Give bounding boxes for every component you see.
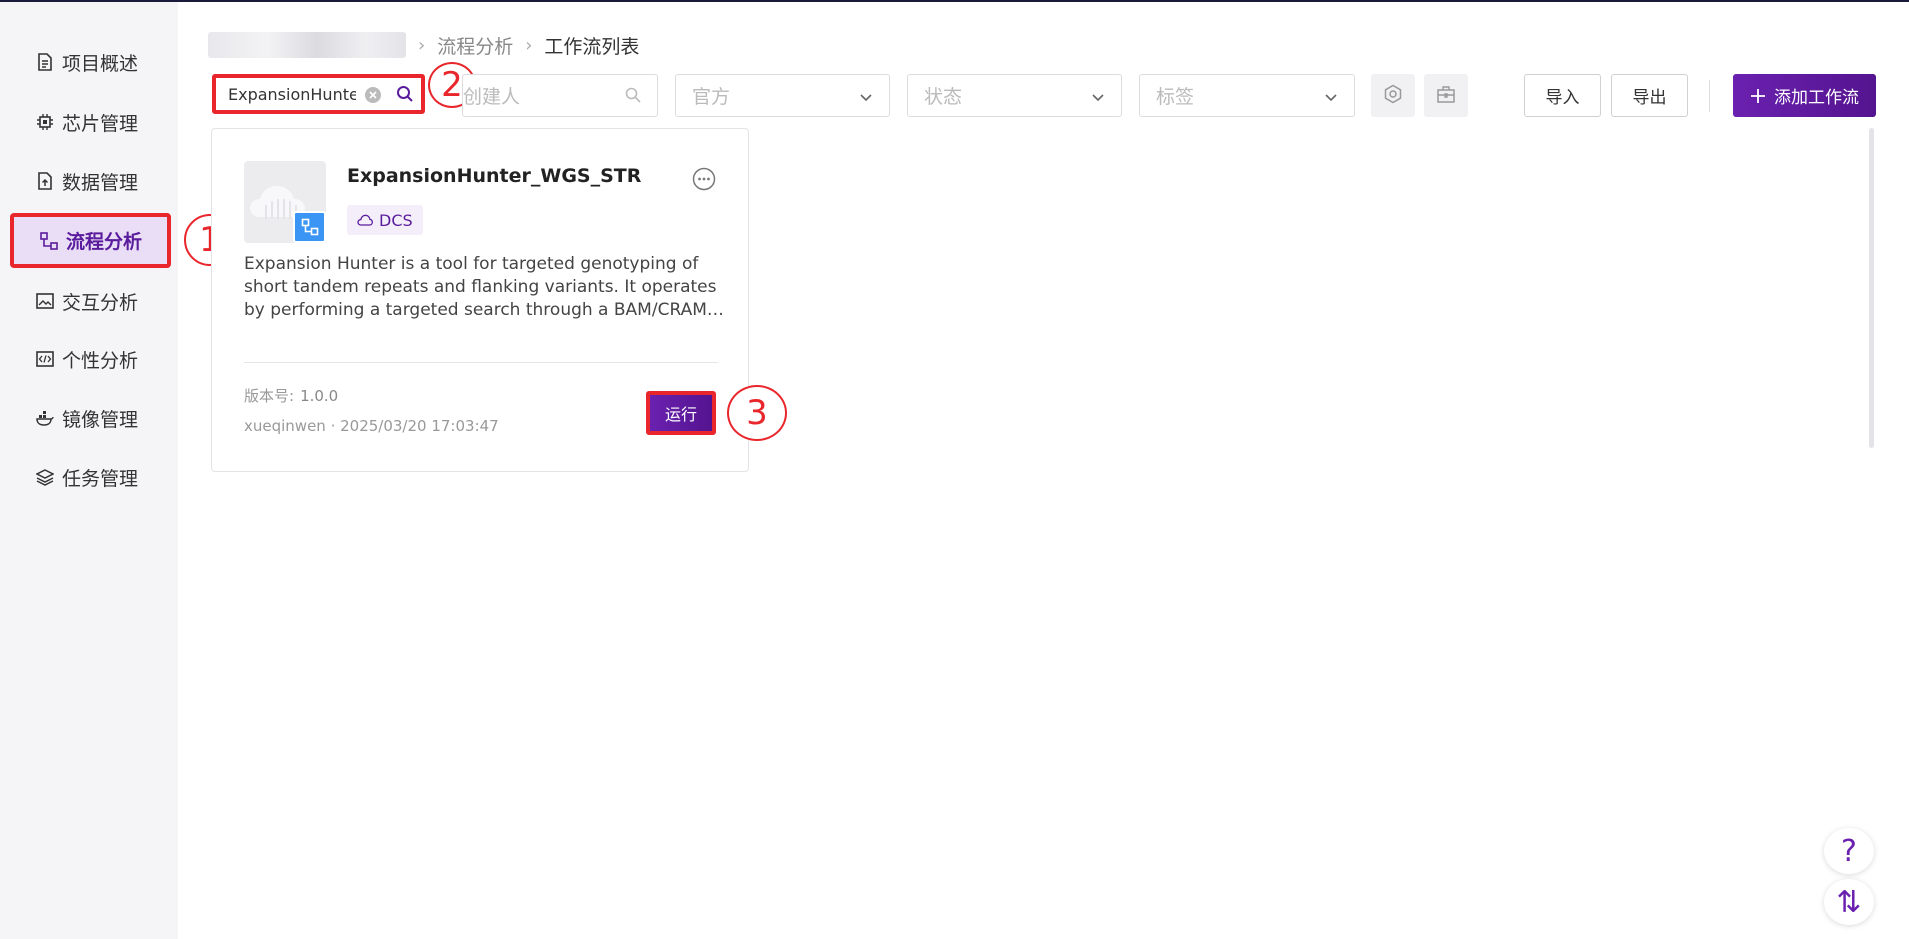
swap-vertical-icon: ⇅ xyxy=(1836,884,1862,920)
sidebar-item-interactive-analysis[interactable]: 交互分析 xyxy=(10,275,170,327)
breadcrumb-workflow-analysis[interactable]: 流程分析 xyxy=(437,32,513,59)
import-button[interactable]: 导入 xyxy=(1524,74,1601,117)
breadcrumb-project-redacted[interactable] xyxy=(208,32,406,58)
toolbar-divider xyxy=(1709,80,1710,112)
more-options-icon[interactable] xyxy=(692,167,716,195)
sidebar-item-label: 芯片管理 xyxy=(62,112,139,135)
workflow-thumbnail xyxy=(244,161,326,243)
scroll-toggle-button[interactable]: ⇅ xyxy=(1824,879,1874,925)
tag-select-value: 标签 xyxy=(1156,86,1195,108)
workflow-icon xyxy=(301,218,319,236)
workflow-tag: DCS xyxy=(347,205,423,235)
annotation-marker-3: 3 xyxy=(727,385,787,441)
sidebar-item-label: 交互分析 xyxy=(62,291,139,314)
run-button[interactable]: 运行 xyxy=(646,391,716,435)
chip-icon xyxy=(36,113,54,131)
sidebar-item-chip-management[interactable]: 芯片管理 xyxy=(10,96,170,148)
sidebar-item-custom-analysis[interactable]: 个性分析 xyxy=(10,333,170,385)
help-button[interactable]: ? xyxy=(1824,828,1874,874)
chevron-down-icon xyxy=(1091,87,1105,109)
breadcrumb-workflow-list: 工作流列表 xyxy=(544,35,640,58)
docker-icon xyxy=(36,409,54,427)
tag-select[interactable]: 标签 xyxy=(1139,74,1355,117)
search-input-value: ExpansionHunter xyxy=(228,84,356,104)
search-icon xyxy=(625,86,641,108)
card-divider xyxy=(244,362,718,363)
workflow-tag-label: DCS xyxy=(379,210,413,230)
workflow-icon xyxy=(40,231,58,250)
image-icon xyxy=(36,292,54,310)
chevron-down-icon xyxy=(859,87,873,109)
cloud-icon xyxy=(357,214,373,226)
question-mark-icon: ? xyxy=(1841,833,1857,869)
workflow-card[interactable]: ExpansionHunter_WGS_STR DCS Expansion Hu… xyxy=(211,128,749,472)
sidebar-item-label: 数据管理 xyxy=(62,171,139,194)
creator-input[interactable]: 创建人 xyxy=(462,74,658,117)
sidebar-item-label: 项目概述 xyxy=(62,52,139,75)
official-select[interactable]: 官方 xyxy=(675,74,890,117)
file-upload-icon xyxy=(36,172,54,190)
sidebar-item-label: 个性分析 xyxy=(62,349,139,372)
clear-icon[interactable] xyxy=(364,86,382,108)
official-select-value: 官方 xyxy=(692,86,731,108)
add-workflow-button[interactable]: 添加工作流 xyxy=(1733,74,1876,117)
status-select-value: 状态 xyxy=(924,86,963,108)
version-value: 1.0.0 xyxy=(300,387,339,405)
creator-input-placeholder: 创建人 xyxy=(463,86,521,108)
code-icon xyxy=(36,350,54,368)
status-select[interactable]: 状态 xyxy=(907,74,1122,117)
chevron-right-icon: › xyxy=(525,34,533,56)
version-label: 版本号: xyxy=(244,387,295,405)
sidebar-item-label: 任务管理 xyxy=(62,467,139,490)
chevron-right-icon: › xyxy=(418,34,426,56)
sidebar-item-label: 镜像管理 xyxy=(62,408,139,431)
breadcrumb: › 流程分析 › 工作流列表 xyxy=(208,30,639,60)
workflow-title[interactable]: ExpansionHunter_WGS_STR xyxy=(347,165,641,187)
workflow-description: Expansion Hunter is a tool for targeted … xyxy=(244,254,717,320)
sidebar-item-label: 流程分析 xyxy=(66,231,143,253)
sidebar: 项目概述 芯片管理 数据管理 流程分析 交互分析 个性分析 镜像管理 任务管理 xyxy=(0,2,178,939)
sidebar-item-data-management[interactable]: 数据管理 xyxy=(10,155,170,207)
search-icon[interactable] xyxy=(396,85,414,107)
plus-icon xyxy=(1750,88,1766,104)
add-workflow-label: 添加工作流 xyxy=(1774,88,1859,108)
chevron-down-icon xyxy=(1324,87,1338,109)
workflow-version: 版本号: 1.0.0 xyxy=(244,385,338,406)
scrollbar[interactable] xyxy=(1869,128,1874,448)
toolbox-icon xyxy=(1436,84,1456,108)
sidebar-item-project-overview[interactable]: 项目概述 xyxy=(10,36,170,88)
toolbox-icon-button[interactable] xyxy=(1424,74,1468,117)
document-icon xyxy=(36,53,54,71)
settings-icon-button[interactable] xyxy=(1371,74,1415,117)
layers-icon xyxy=(36,468,54,486)
hexagon-settings-icon xyxy=(1383,84,1403,108)
sidebar-item-image-management[interactable]: 镜像管理 xyxy=(10,392,170,444)
workflow-type-badge xyxy=(293,211,326,243)
sidebar-item-task-management[interactable]: 任务管理 xyxy=(10,451,170,503)
workflow-meta: xueqinwen · 2025/03/20 17:03:47 xyxy=(244,417,499,435)
export-button[interactable]: 导出 xyxy=(1611,74,1688,117)
search-input[interactable]: ExpansionHunter xyxy=(212,74,425,114)
sidebar-item-workflow-analysis[interactable]: 流程分析 xyxy=(10,213,171,268)
